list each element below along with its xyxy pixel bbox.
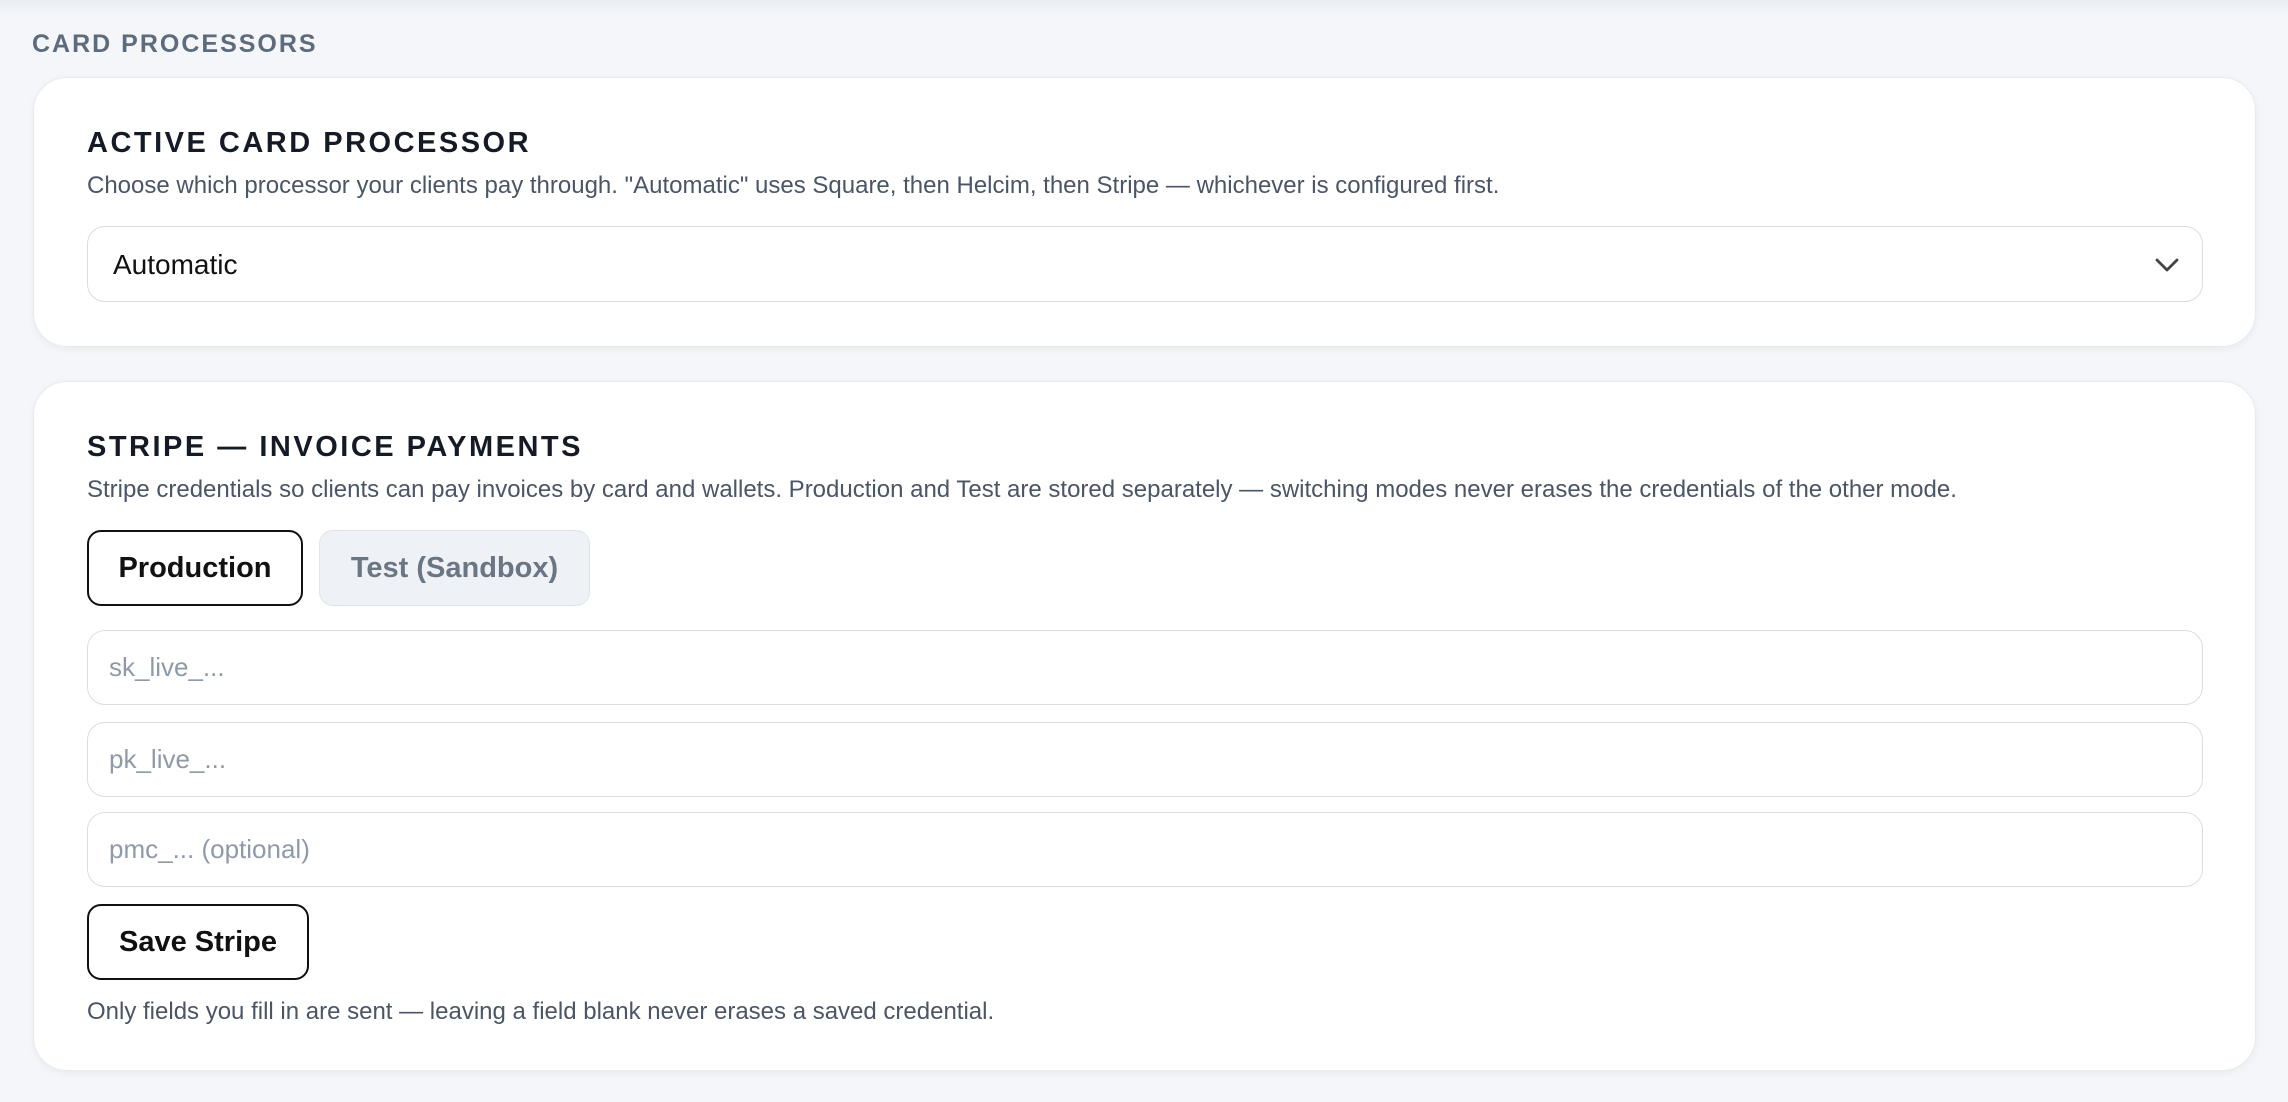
secret-key-input[interactable] (87, 630, 2203, 705)
tab-test-sandbox[interactable]: Test (Sandbox) (319, 530, 590, 606)
card-title: STRIPE — INVOICE PAYMENTS (87, 431, 583, 463)
card-title: ACTIVE CARD PROCESSOR (87, 127, 532, 159)
processor-select-value: Automatic (113, 249, 238, 280)
chevron-down-icon (2155, 258, 2179, 272)
stripe-card: STRIPE — INVOICE PAYMENTS Stripe credent… (33, 381, 2256, 1071)
card-description: Stripe credentials so clients can pay in… (87, 476, 1957, 503)
section-label: CARD PROCESSORS (32, 30, 318, 58)
publishable-key-input[interactable] (87, 722, 2203, 797)
payment-method-config-input[interactable] (87, 812, 2203, 887)
save-stripe-button[interactable]: Save Stripe (87, 904, 309, 980)
card-description: Choose which processor your clients pay … (87, 172, 1500, 199)
top-shadow (0, 0, 2288, 14)
footnote: Only fields you fill in are sent — leavi… (87, 998, 995, 1025)
processor-select[interactable]: Automatic (87, 226, 2203, 302)
tab-production[interactable]: Production (87, 530, 303, 606)
active-processor-card: ACTIVE CARD PROCESSOR Choose which proce… (33, 77, 2256, 347)
